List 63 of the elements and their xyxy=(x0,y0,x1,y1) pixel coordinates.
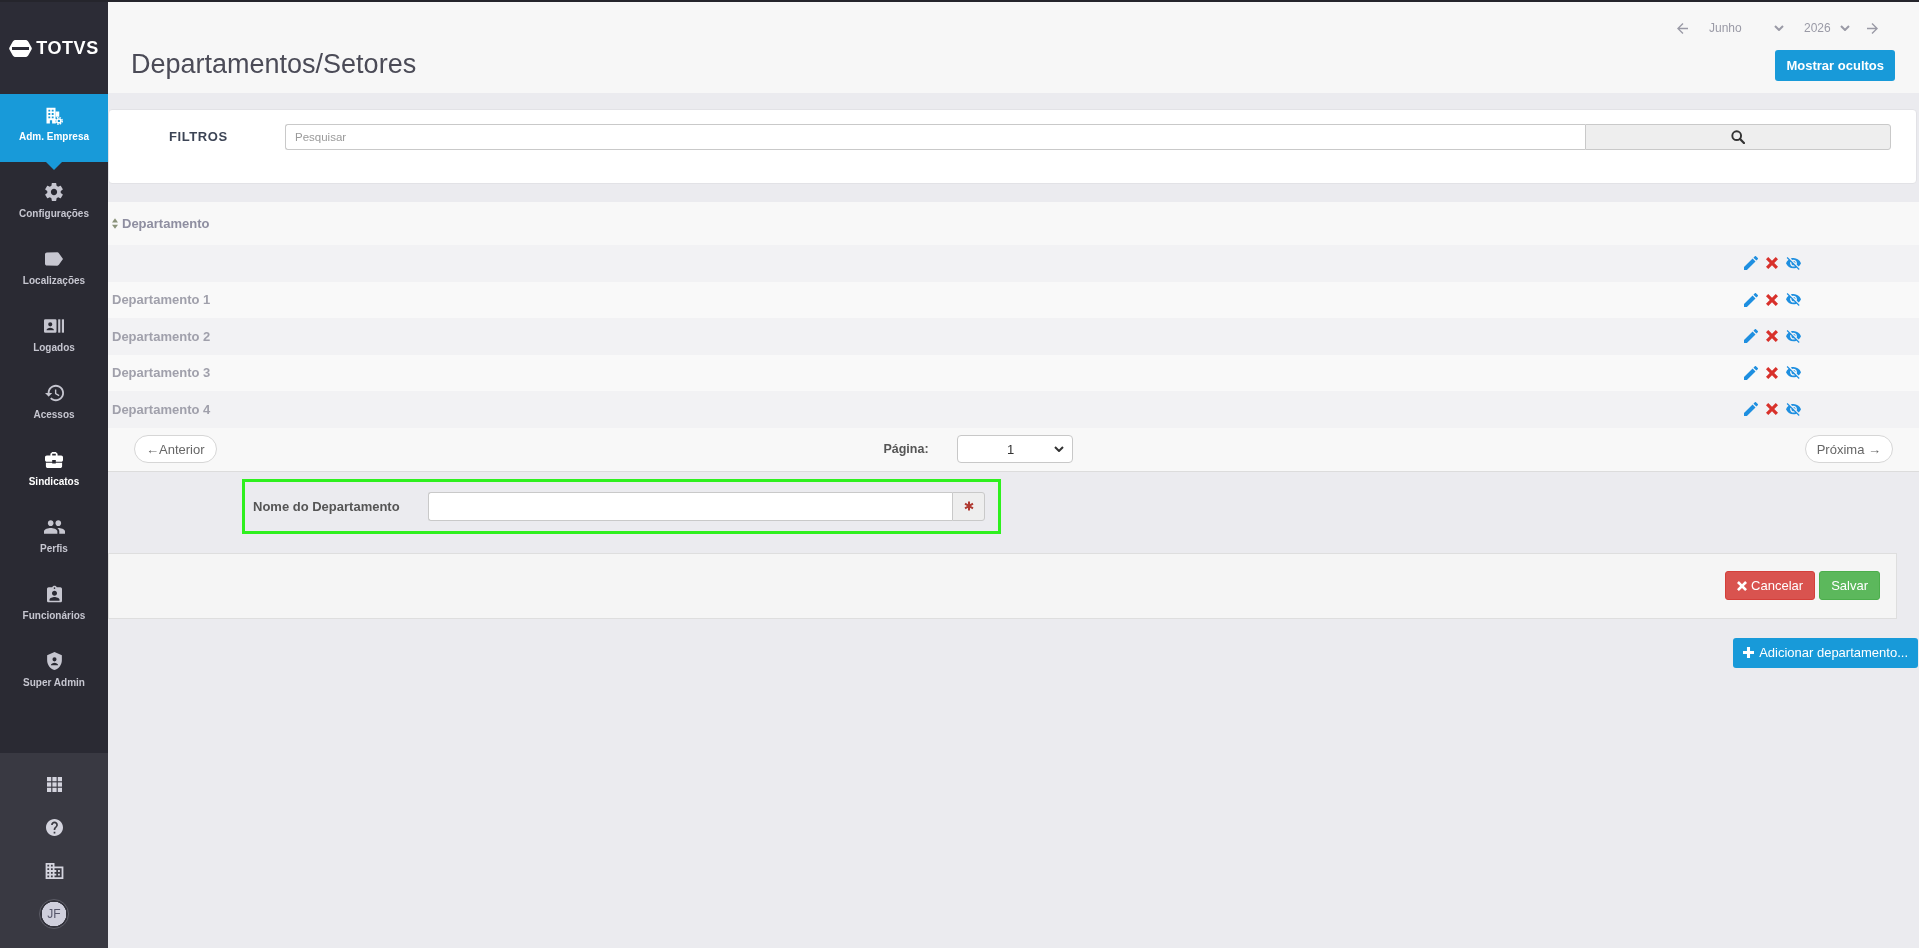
cancel-button[interactable]: Cancelar xyxy=(1725,571,1816,600)
eye-slash-icon[interactable] xyxy=(1786,256,1801,270)
cross-icon[interactable] xyxy=(1766,403,1778,416)
show-hidden-button[interactable]: Mostrar ocultos xyxy=(1775,50,1895,81)
filters-label: FILTROS xyxy=(169,128,229,146)
table-cell-text: Departamento 4 xyxy=(112,401,212,417)
gear-icon xyxy=(45,183,63,201)
id-card-icon xyxy=(44,317,64,335)
next-button[interactable]: Próxima → xyxy=(1804,435,1893,463)
cross-icon[interactable] xyxy=(1766,330,1778,343)
eye-slash-icon[interactable] xyxy=(1786,293,1801,307)
pencil-icon[interactable] xyxy=(1744,402,1758,417)
shield-person-icon xyxy=(45,652,63,670)
chevron-down-icon xyxy=(1774,25,1784,31)
times-icon xyxy=(1737,580,1748,591)
table-cell-text: Departamento 3 xyxy=(112,365,212,381)
nav-item[interactable]: Configurações xyxy=(0,162,108,229)
cross-icon[interactable] xyxy=(1766,366,1778,379)
nav-item[interactable]: Logados xyxy=(0,296,108,363)
sort-icon xyxy=(112,218,118,229)
history-icon xyxy=(44,384,64,402)
pencil-icon[interactable] xyxy=(1744,329,1758,344)
table-cell-text: Departamento 1 xyxy=(112,292,212,308)
asterisk-icon xyxy=(963,501,974,511)
cross-icon[interactable] xyxy=(1766,257,1778,270)
page-label: Página: xyxy=(883,442,929,456)
briefcase-icon xyxy=(45,451,63,469)
arrow-right-icon[interactable] xyxy=(1867,22,1878,34)
arrow-left-icon[interactable] xyxy=(1677,22,1688,34)
nav-item[interactable]: Sindicatos xyxy=(0,430,108,497)
chevron-down-icon xyxy=(1053,446,1064,452)
cross-icon[interactable] xyxy=(1766,293,1778,306)
chevron-down-icon xyxy=(1840,25,1850,31)
people-icon xyxy=(43,518,65,536)
field-label: Nome do Departamento xyxy=(253,498,401,514)
nav-item[interactable]: Localizações xyxy=(0,229,108,296)
avatar[interactable]: JF xyxy=(39,898,69,929)
nav-item[interactable]: Funcionários xyxy=(0,564,108,631)
add-department-button[interactable]: Adicionar departamento... xyxy=(1733,637,1918,668)
pencil-icon[interactable] xyxy=(1744,256,1758,271)
badge-icon xyxy=(46,585,62,603)
logo-text: TOTVS xyxy=(36,37,99,59)
search-icon xyxy=(1731,130,1745,144)
page-select[interactable]: 1 xyxy=(956,435,1073,463)
pencil-icon[interactable] xyxy=(1744,292,1758,307)
table-cell-text: Departamento 2 xyxy=(112,328,212,344)
text-input[interactable] xyxy=(428,491,952,521)
nav-item[interactable]: Perfis xyxy=(0,497,108,564)
page-title: Departamentos/Setores xyxy=(131,48,417,81)
eye-slash-icon[interactable] xyxy=(1786,402,1801,416)
plus-icon xyxy=(1743,647,1755,658)
nav-item[interactable]: Acessos xyxy=(0,363,108,430)
tag-icon xyxy=(45,250,63,268)
eye-slash-icon[interactable] xyxy=(1786,366,1801,380)
nav-item[interactable]: Super Admin xyxy=(0,631,108,698)
help-icon[interactable] xyxy=(45,819,63,836)
grid-icon[interactable] xyxy=(46,777,62,792)
pencil-icon[interactable] xyxy=(1744,365,1758,380)
search-field[interactable]: Pesquisar xyxy=(285,124,1585,150)
eye-slash-icon[interactable] xyxy=(1786,329,1801,343)
building-icon[interactable] xyxy=(44,862,64,879)
logo-icon xyxy=(9,39,33,57)
previous-button[interactable]: ←Anterior xyxy=(134,435,217,463)
